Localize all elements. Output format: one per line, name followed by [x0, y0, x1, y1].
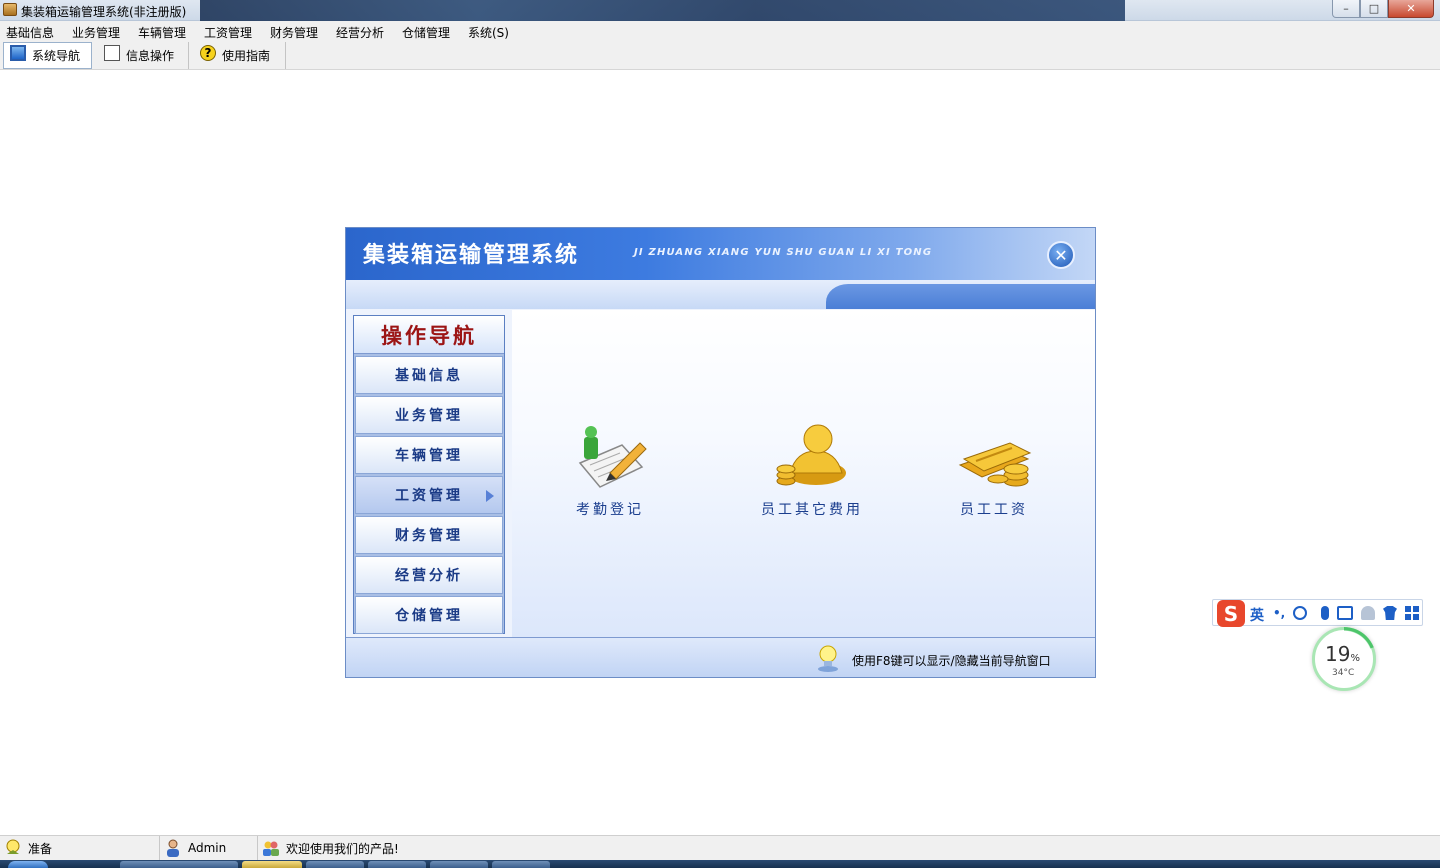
menu-finance[interactable]: 财务管理 — [270, 24, 318, 41]
status-bar: 准备 Admin 欢迎使用我们的产品! — [0, 835, 1440, 860]
nav-item-label: 财务管理 — [395, 528, 463, 544]
menu-title: 操作导航 — [354, 316, 504, 354]
monitor-icon — [10, 44, 26, 61]
user-icon — [164, 839, 182, 857]
nav-item-analysis[interactable]: 经营分析 — [355, 556, 503, 594]
lightbulb-icon — [817, 644, 839, 672]
feature-attendance[interactable]: 考勤登记 — [560, 415, 660, 519]
panel-header: 集装箱运输管理系统 JI ZHUANG XIANG YUN SHU GUAN L… — [346, 228, 1095, 280]
status-user: Admin — [160, 836, 258, 860]
nav-item-basic-info[interactable]: 基础信息 — [355, 356, 503, 394]
tab-label: 系统导航 — [32, 49, 81, 63]
f8-tip: 使用F8键可以显示/隐藏当前导航窗口 — [852, 654, 1051, 668]
people-icon — [262, 839, 280, 857]
menu-vehicles[interactable]: 车辆管理 — [138, 24, 186, 41]
operation-menu: 操作导航 基础信息 业务管理 车辆管理 工资管理 财务管理 经营分析 仓储管理 — [353, 315, 505, 634]
menu-system[interactable]: 系统(S) — [468, 24, 509, 41]
menu-analysis[interactable]: 经营分析 — [336, 24, 384, 41]
status-ready-text: 准备 — [28, 841, 53, 856]
grid-icon — [104, 44, 120, 61]
menu-title-text: 操作导航 — [381, 323, 477, 348]
microphone-icon[interactable] — [1321, 606, 1329, 620]
feature-label: 员工其它费用 — [761, 502, 863, 518]
window-controls: – □ ✕ — [1332, 0, 1434, 18]
toolbar: 系统导航 信息操作 ? 使用指南 — [0, 41, 1440, 70]
navigation-panel: 集装箱运输管理系统 JI ZHUANG XIANG YUN SHU GUAN L… — [345, 227, 1096, 678]
feature-salary[interactable]: 员工工资 — [944, 415, 1044, 519]
feature-area: 考勤登记 员工其它费用 员工工资 — [512, 310, 1095, 637]
toolbox-icon[interactable] — [1405, 606, 1419, 620]
menu-wages[interactable]: 工资管理 — [204, 24, 252, 41]
header-wave — [826, 284, 1095, 309]
nav-item-label: 工资管理 — [395, 488, 463, 504]
status-user-text: Admin — [188, 841, 227, 855]
taskbar-item[interactable] — [306, 861, 364, 868]
taskbar-item[interactable] — [430, 861, 488, 868]
tab-system-navigation[interactable]: 系统导航 — [3, 42, 92, 69]
arrow-right-icon — [486, 490, 494, 502]
ready-icon — [4, 839, 22, 857]
sogou-logo-icon[interactable]: S — [1217, 600, 1245, 627]
taskbar-item[interactable] — [368, 861, 426, 868]
feature-employee-expense[interactable]: 员工其它费用 — [742, 415, 882, 519]
taskbar-item[interactable] — [492, 861, 550, 868]
menu-warehouse[interactable]: 仓储管理 — [402, 24, 450, 41]
status-welcome: 欢迎使用我们的产品! — [258, 836, 618, 860]
nav-item-vehicles[interactable]: 车辆管理 — [355, 436, 503, 474]
nav-item-wages[interactable]: 工资管理 — [355, 476, 503, 514]
salary-icon — [954, 415, 1034, 495]
panel-footer: 使用F8键可以显示/隐藏当前导航窗口 — [346, 637, 1095, 677]
title-bar: 集装箱运输管理系统(非注册版) – □ ✕ — [0, 0, 1440, 21]
nav-item-warehouse[interactable]: 仓储管理 — [355, 596, 503, 634]
user-icon[interactable] — [1361, 606, 1375, 620]
nav-item-label: 基础信息 — [395, 368, 463, 384]
punctuation-toggle[interactable]: •, — [1273, 606, 1287, 620]
taskbar-item[interactable] — [120, 861, 238, 868]
ime-toolbar: S 英 •, — [1212, 599, 1423, 627]
keyboard-icon[interactable] — [1337, 606, 1353, 620]
panel-title: 集装箱运输管理系统 — [363, 243, 580, 268]
header-band — [346, 280, 1095, 309]
panel-subtitle: JI ZHUANG XIANG YUN SHU GUAN LI XI TONG — [634, 247, 933, 258]
status-welcome-text: 欢迎使用我们的产品! — [286, 841, 399, 856]
tab-label: 信息操作 — [126, 49, 175, 63]
tab-info-operations[interactable]: 信息操作 — [98, 42, 189, 69]
menu-business[interactable]: 业务管理 — [72, 24, 120, 41]
tab-user-guide[interactable]: ? 使用指南 — [194, 42, 286, 69]
nav-item-label: 经营分析 — [395, 568, 463, 584]
nav-item-label: 车辆管理 — [395, 448, 463, 464]
usage-percent: 19 — [1325, 642, 1351, 666]
performance-widget[interactable]: 19% 34°C — [1312, 627, 1376, 691]
employee-expense-icon — [772, 415, 852, 495]
menu-basic-info[interactable]: 基础信息 — [6, 24, 54, 41]
nav-item-label: 仓储管理 — [395, 608, 463, 624]
taskbar — [0, 860, 1440, 868]
status-ready: 准备 — [0, 836, 160, 860]
close-panel-button[interactable]: ✕ — [1047, 241, 1075, 269]
skin-icon[interactable] — [1383, 606, 1397, 620]
title-bar-background — [200, 0, 1125, 21]
ime-language-toggle[interactable]: 英 — [1250, 605, 1264, 625]
minimize-button[interactable]: – — [1332, 0, 1360, 18]
help-icon: ? — [200, 44, 216, 61]
feature-label: 员工工资 — [960, 502, 1028, 518]
usage-unit: % — [1350, 653, 1360, 664]
close-window-button[interactable]: ✕ — [1388, 0, 1434, 18]
app-icon — [3, 3, 17, 16]
attendance-icon — [570, 415, 650, 495]
usage-value: 19% — [1325, 642, 1360, 666]
emoji-icon[interactable] — [1293, 606, 1307, 620]
window-title: 集装箱运输管理系统(非注册版) — [21, 5, 187, 19]
nav-item-finance[interactable]: 财务管理 — [355, 516, 503, 554]
nav-item-label: 业务管理 — [395, 408, 463, 424]
temperature: 34°C — [1332, 668, 1355, 678]
tab-label: 使用指南 — [222, 49, 271, 63]
menu-bar: 基础信息 业务管理 车辆管理 工资管理 财务管理 经营分析 仓储管理 系统(S) — [0, 21, 1440, 41]
maximize-button[interactable]: □ — [1360, 0, 1388, 18]
start-button[interactable] — [8, 861, 48, 868]
nav-item-business[interactable]: 业务管理 — [355, 396, 503, 434]
feature-label: 考勤登记 — [576, 502, 644, 518]
taskbar-item[interactable] — [242, 861, 302, 868]
